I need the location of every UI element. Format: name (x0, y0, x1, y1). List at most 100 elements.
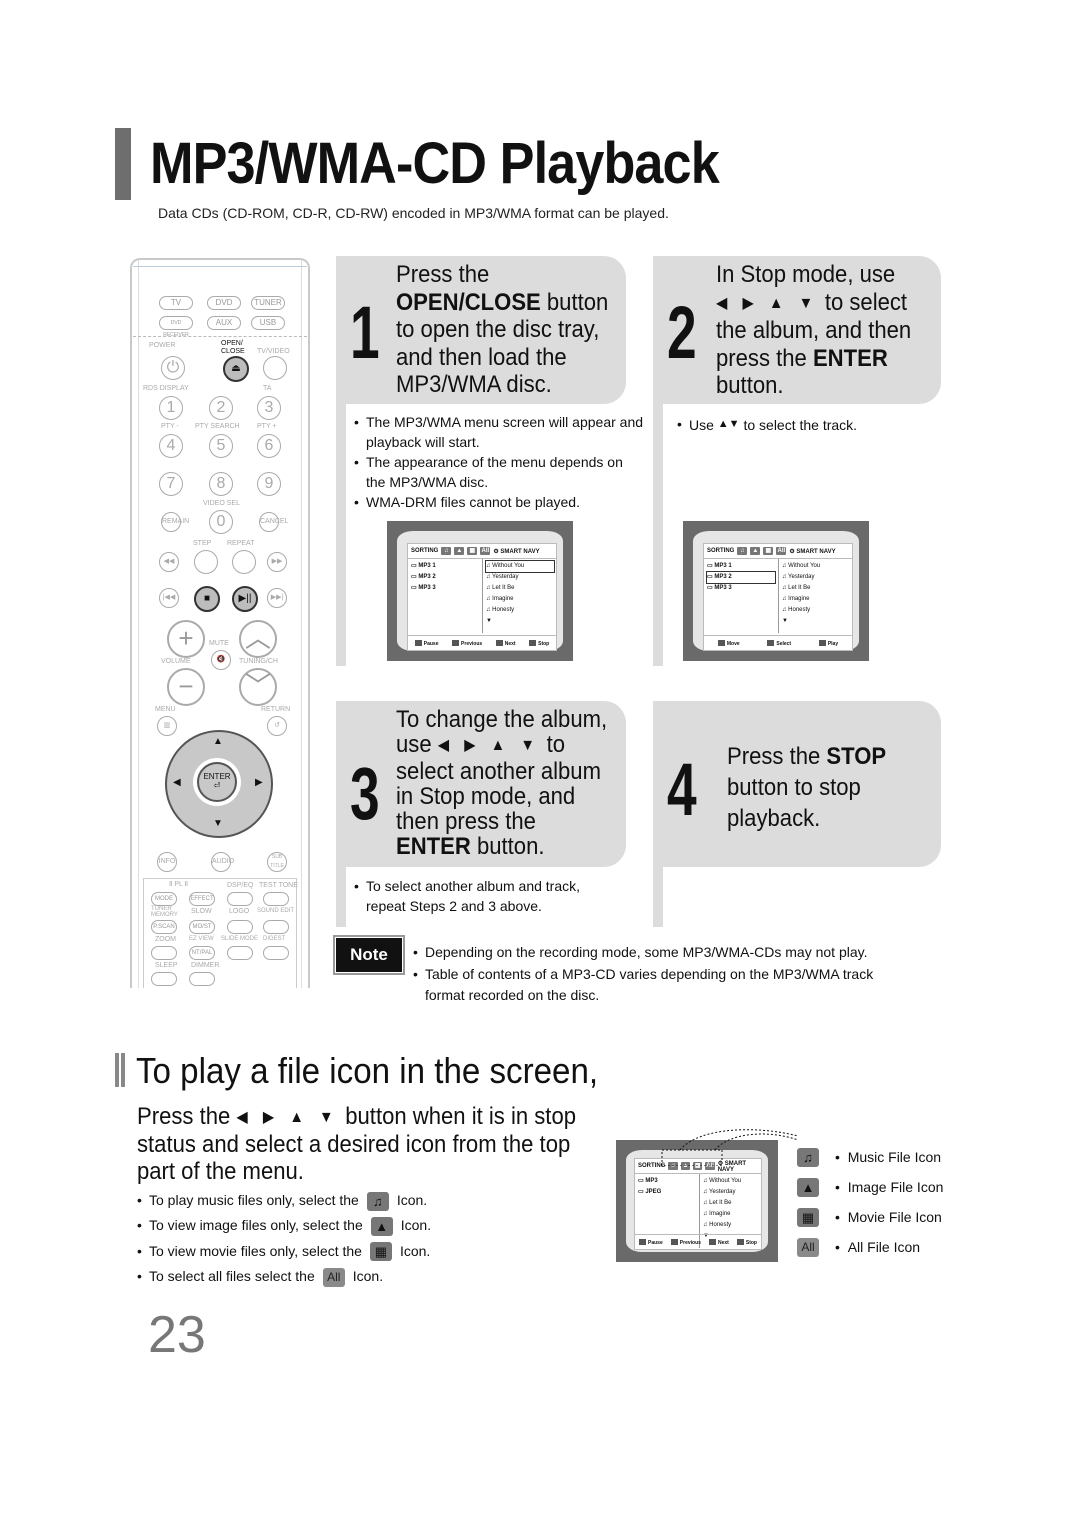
legend-item: ▲ • Image File Icon (797, 1172, 943, 1202)
remote-digit-1: 1 (159, 396, 183, 420)
osd-folder-item: ▭ MP3 (638, 1178, 658, 1184)
legend-item: All • All File Icon (797, 1232, 943, 1262)
remote-volume-label: VOLUME (161, 658, 191, 665)
osd-footer: Move Select Play (704, 635, 852, 650)
remote-logo-label: LOGO (229, 908, 250, 915)
step-3-line: then press the (396, 808, 536, 836)
remote-most-button: MO/ST (189, 920, 215, 934)
stop-icon: ■ (194, 586, 220, 612)
step-1-box: 1 Press the OPEN/CLOSE button to open th… (336, 256, 626, 404)
icon-instruction: To play music files only, select the♫Ico… (137, 1188, 431, 1214)
osd-folder-item: ▭ JPEG (638, 1189, 662, 1195)
step-3-line: use ◀ ▶ ▲ ▼ to (396, 731, 565, 759)
osd-track-item: ♫ Imagine (703, 1211, 731, 1217)
arrow-up-icon: ▲ (213, 736, 223, 747)
remote-pty-minus-label: PTY - (161, 423, 179, 430)
step-2-line: ◀ ▶ ▲ ▼ to select (716, 288, 908, 316)
step-1-line: to open the disc tray, (396, 316, 600, 343)
remote-effect-button: EFFECT (189, 892, 215, 906)
step-2-line: the album, and then (716, 317, 912, 344)
osd-screen-1: SORTING ♫ ▲ ▦ All ⚙ SMART NAVY ▭ MP3 1 ▭ MP3 2 ▭… (387, 521, 573, 661)
remote-dsp-button (227, 892, 253, 906)
osd-header: SORTING ♫ ▲ ▦ All ⚙ SMART NAVY (704, 544, 852, 559)
step-4-line: playback. (727, 805, 821, 832)
remote-ntpal-button: NT/PAL (189, 946, 215, 960)
remote-zoom-button (151, 946, 177, 960)
channel-down-icon: ﹀ (239, 668, 277, 706)
mute-icon: 🔇 (211, 650, 231, 670)
icon-instructions: To play music files only, select the♫Ico… (137, 1188, 431, 1289)
step-1-number: 1 (350, 291, 380, 374)
remote-return-label: RETURN (261, 706, 291, 713)
osd-track-item: ♫ Yesterday (782, 574, 815, 580)
legend-item: ▦ • Movie File Icon (797, 1202, 943, 1232)
legend-item: ♫ • Music File Icon (797, 1142, 943, 1172)
step-1-line: and then load the (396, 343, 567, 371)
remote-zoom-label: ZOOM (155, 936, 176, 943)
music-icon: ♫ (366, 1191, 389, 1211)
step-4-text: Press the STOP button to stop playback. (727, 741, 886, 834)
remote-digit-0: 0 (209, 510, 233, 534)
osd-footer-item: Move (718, 640, 740, 647)
osd-track-item: ♫ Imagine (782, 596, 810, 602)
all-icon: All (480, 547, 491, 555)
step-2-bullets: Use ▲▼ to select the track. (677, 414, 857, 435)
remote-info-button: INFO (157, 852, 177, 872)
step-3-line: ENTER button. (396, 833, 545, 861)
osd-folder-item: ▭ MP3 3 (411, 585, 436, 591)
remote-dsp-label: DSP/EQ (227, 882, 254, 889)
music-icon: ♫ (737, 547, 748, 555)
step-3-line: in Stop mode, and (396, 782, 576, 810)
remote-menu-label: MENU (155, 706, 176, 713)
section-title: To play a file icon in the screen, (136, 1050, 599, 1091)
step-3-box: 3 To change the album, use ◀ ▶ ▲ ▼ to se… (336, 701, 626, 867)
step-1-bullet: The appearance of the menu depends on th… (354, 452, 644, 492)
osd-track-item: ♫ Let It Be (703, 1200, 732, 1206)
page-title: MP3/WMA-CD Playback (150, 131, 720, 196)
step-3-stem (336, 867, 346, 927)
remote-digit-6: 6 (257, 434, 281, 458)
remote-test-tone-label: TEST TONE (259, 882, 298, 889)
osd-divider (778, 559, 779, 633)
remote-mute-label: MUTE (209, 640, 229, 647)
remote-dvd-receiver-button: DVD RECEIVER (159, 316, 193, 338)
step-4-number: 4 (667, 748, 697, 831)
osd-footer-item: Pause (415, 640, 439, 647)
remote-digest-button (263, 946, 289, 960)
osd-track-list: ♫ Without You ♫ Yesterday ♫ Let It Be ♫ Ima… (782, 561, 850, 627)
enter-label: ENTER (203, 772, 231, 781)
channel-up-icon: ︿ (239, 620, 277, 658)
skip-back-icon: |◀◀ (159, 588, 179, 608)
movie-icon: ▦ (369, 1242, 392, 1262)
movie-icon: ▦ (763, 547, 774, 555)
page-subtitle: Data CDs (CD-ROM, CD-R, CD-RW) encoded i… (158, 205, 669, 221)
image-icon: ▲ (797, 1177, 819, 1197)
osd-folder-list: ▭ MP3 ▭ JPEG (638, 1176, 698, 1198)
section-accent-bar (115, 1053, 119, 1087)
music-icon: ♫ (797, 1147, 819, 1167)
remote-slow-label: SLOW (191, 908, 212, 915)
remote-repeat-label: REPEAT (227, 540, 255, 547)
icon-instruction: To view image files only, select the▲Ico… (137, 1213, 431, 1239)
step-3-bullet: To select another album and track, repea… (354, 876, 614, 916)
osd-track-item: ♫ Without You (703, 1178, 742, 1184)
osd-track-item: ♫ Honesty (782, 607, 811, 613)
section-body: Press the ◀ ▶ ▲ ▼ button when it is in s… (137, 1103, 576, 1185)
remote-usb-button: USB (251, 316, 285, 330)
remote-dimmer-button (189, 972, 215, 986)
osd-track-item: ♫ Yesterday (486, 574, 519, 580)
section-body-line: status and select a desired icon from th… (137, 1131, 571, 1158)
step-4-line: button to stop (727, 774, 861, 801)
volume-down-icon: − (167, 668, 205, 706)
osd-track-list: ♫ Without You ♫ Yesterday ♫ Let It Be ♫ Ima… (703, 1176, 771, 1242)
play-pause-icon: ▶|| (232, 586, 258, 612)
up-down-arrows-icon: ▲▼ (717, 418, 740, 430)
remote-test-tone-button (263, 892, 289, 906)
remote-subtitle-button: SUB TITLE (267, 852, 287, 872)
remote-step-button (194, 550, 218, 574)
osd-smart-navy-label: ⚙ SMART NAVY (493, 548, 540, 555)
icon-instruction: To select all files select theAllIcon. (137, 1264, 431, 1290)
movie-icon: ▦ (797, 1207, 819, 1227)
step-2-text: In Stop mode, use ◀ ▶ ▲ ▼ to select the … (716, 261, 911, 400)
osd-folder-item: ▭ MP3 2 (411, 574, 436, 580)
